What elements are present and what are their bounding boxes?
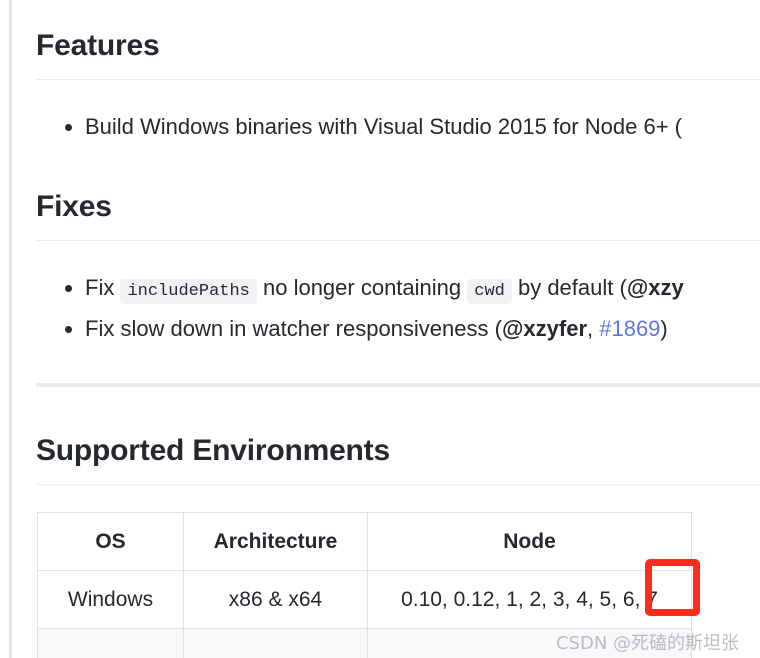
fixes-list: Fix includePaths no longer containing cw… — [36, 269, 684, 347]
column-header-architecture: Architecture — [183, 512, 368, 571]
user-mention-xzyfer[interactable]: @xzy — [627, 275, 684, 300]
heading-rule-supported-environments — [36, 484, 760, 485]
issue-link-1869[interactable]: #1869 — [599, 316, 660, 341]
fix-text-b1: Fix slow down in watcher responsiveness … — [85, 316, 502, 341]
table-header-row: OS Architecture Node — [37, 512, 692, 571]
table-row: Windows x86 & x64 0.10, 0.12, 1, 2, 3, 4… — [37, 570, 692, 629]
heading-features: Features — [36, 29, 160, 62]
section-divider — [36, 383, 760, 387]
section-features: Features — [36, 27, 160, 65]
column-header-node: Node — [367, 512, 692, 571]
heading-rule-features — [36, 79, 760, 80]
bullet-dot-icon — [65, 285, 72, 292]
fix-text-a2: no longer containing — [256, 275, 468, 300]
fix-text-b2: , — [587, 316, 600, 341]
watermark-text: CSDN @死磕的斯坦张 — [556, 633, 740, 654]
feature-text-1: Build Windows binaries with Visual Studi… — [85, 114, 682, 139]
cell-os-next — [37, 628, 184, 658]
code-span-cwd: cwd — [467, 279, 512, 304]
list-item: Fix slow down in watcher responsiveness … — [36, 310, 684, 347]
heading-supported-environments: Supported Environments — [36, 434, 390, 467]
section-supported-environments: Supported Environments — [36, 432, 390, 470]
cell-node-windows: 0.10, 0.12, 1, 2, 3, 4, 5, 6, 7 — [367, 570, 692, 629]
fix-text-a3: by default ( — [511, 275, 627, 300]
container-left-border — [9, 0, 12, 658]
readme-page: Features Build Windows binaries with Vis… — [0, 0, 760, 658]
list-item: Fix includePaths no longer containing cw… — [36, 269, 684, 310]
user-mention-xzyfer[interactable]: @xzyfer — [502, 316, 587, 341]
bullet-dot-icon — [65, 326, 72, 333]
section-fixes: Fixes — [36, 188, 112, 226]
fix-text-b3: ) — [660, 316, 668, 341]
cell-os-windows: Windows — [37, 570, 184, 629]
code-span-includepaths: includePaths — [120, 279, 257, 304]
cell-architecture-windows: x86 & x64 — [183, 570, 368, 629]
heading-rule-fixes — [36, 240, 760, 241]
features-list: Build Windows binaries with Visual Studi… — [36, 108, 682, 145]
cell-architecture-next — [183, 628, 368, 658]
list-item: Build Windows binaries with Visual Studi… — [36, 108, 682, 145]
heading-fixes: Fixes — [36, 190, 112, 223]
column-header-os: OS — [37, 512, 184, 571]
fix-text-a1: Fix — [85, 275, 121, 300]
bullet-dot-icon — [65, 124, 72, 131]
